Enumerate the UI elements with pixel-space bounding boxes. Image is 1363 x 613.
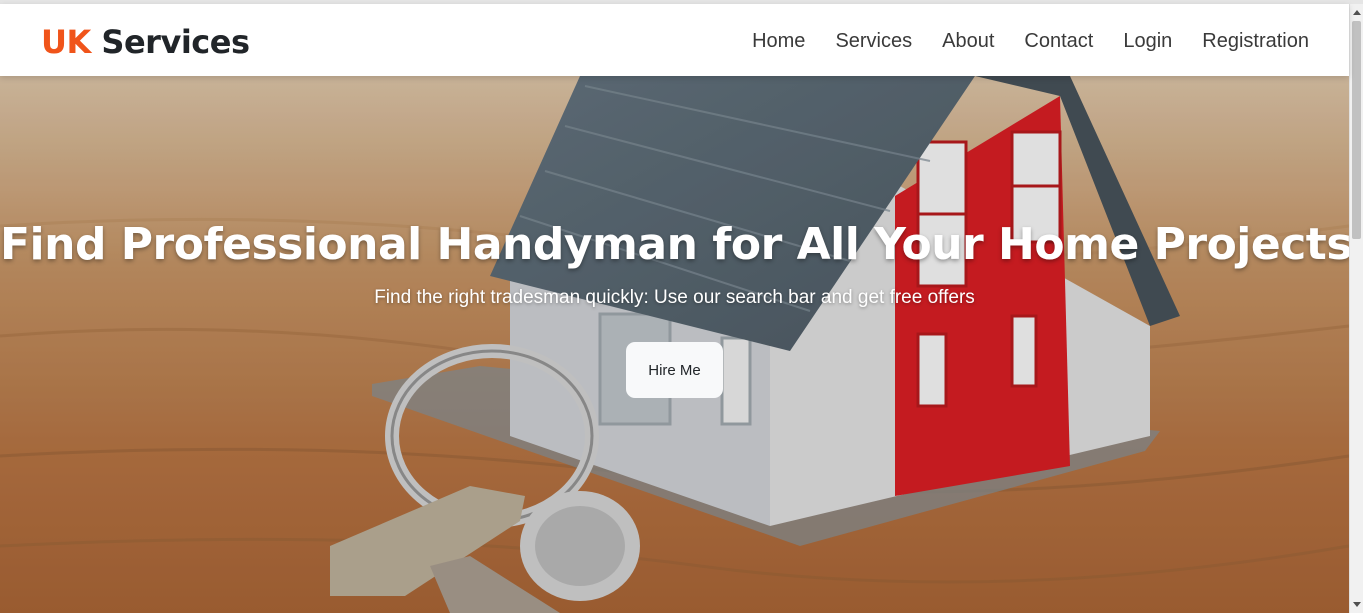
hero-title: Find Professional Handyman for All Your … <box>0 219 1349 270</box>
vertical-scrollbar[interactable] <box>1349 4 1363 613</box>
nav-link-services[interactable]: Services <box>835 28 912 54</box>
nav-link-contact[interactable]: Contact <box>1024 28 1093 54</box>
scroll-thumb[interactable] <box>1352 21 1361 239</box>
scroll-down-arrow-icon[interactable] <box>1353 602 1361 607</box>
scroll-up-arrow-icon[interactable] <box>1353 10 1361 15</box>
brand-accent-text: UK <box>41 23 91 61</box>
nav-link-about[interactable]: About <box>942 28 994 54</box>
nav-link-login[interactable]: Login <box>1123 28 1172 54</box>
navbar: UK Services Home Services About Contact … <box>0 4 1349 76</box>
hero-subtitle: Find the right tradesman quickly: Use ou… <box>374 287 975 308</box>
brand-logo[interactable]: UK Services <box>41 22 250 62</box>
hire-me-button[interactable]: Hire Me <box>626 342 723 398</box>
hero-content: Find Professional Handyman for All Your … <box>0 76 1349 613</box>
nav-link-registration[interactable]: Registration <box>1202 28 1309 54</box>
hero-section: Find Professional Handyman for All Your … <box>0 76 1349 613</box>
nav-links: Home Services About Contact Login Regist… <box>752 28 1309 54</box>
nav-link-home[interactable]: Home <box>752 28 805 54</box>
brand-main-text: Services <box>101 23 250 61</box>
